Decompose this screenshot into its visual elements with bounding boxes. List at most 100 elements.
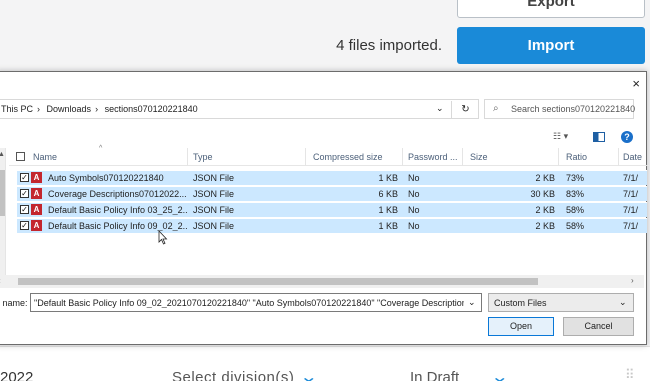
file-password: No	[408, 221, 420, 231]
open-button[interactable]: Open	[488, 317, 554, 336]
import-status-text: 4 files imported.	[336, 37, 442, 54]
file-type: JSON File	[193, 221, 235, 231]
file-ratio: 73%	[566, 173, 585, 183]
column-header-ratio[interactable]: Ratio	[566, 152, 587, 162]
drag-handle-icon[interactable]: ⠿	[625, 367, 634, 381]
breadcrumb-folder[interactable]: sections070120221840	[105, 104, 198, 114]
chevron-down-icon[interactable]: ⌄	[490, 367, 509, 381]
file-list: ▲ ^ Name Type Compressed size Password .…	[0, 145, 649, 278]
help-icon[interactable]: ?	[621, 131, 633, 143]
acrobat-file-icon: A	[31, 188, 42, 199]
column-header-row: ^ Name Type Compressed size Password ...…	[9, 145, 649, 166]
row-checkbox[interactable]: ✓	[20, 189, 29, 198]
scrollbar-thumb[interactable]	[18, 278, 538, 285]
chevron-down-icon: ⌄	[619, 297, 627, 307]
acrobat-file-icon: A	[31, 172, 42, 183]
acrobat-file-icon: A	[31, 220, 42, 231]
search-input[interactable]: ⌕ Search sections070120221840	[484, 99, 636, 119]
file-password: No	[408, 173, 420, 183]
file-compressed-size: 6 KB	[378, 189, 398, 199]
column-divider[interactable]	[462, 148, 463, 166]
breadcrumb: This PC › Downloads › sections070120221840	[1, 104, 202, 114]
scroll-up-icon[interactable]: ▲	[0, 151, 5, 158]
breadcrumb-downloads[interactable]: Downloads	[47, 104, 92, 114]
scroll-left-icon[interactable]: ‹	[0, 276, 1, 285]
file-size: 2 KB	[535, 221, 555, 231]
column-header-size[interactable]: Size	[470, 152, 488, 162]
year-cell: 2022	[0, 369, 34, 381]
file-name: Coverage Descriptions07012022...	[48, 189, 187, 199]
scroll-right-icon[interactable]: ›	[631, 276, 634, 285]
sort-ascending-icon: ^	[99, 145, 103, 152]
column-header-date[interactable]: Date	[623, 152, 642, 162]
app-page: Export 4 files imported. Import 2022 Sel…	[0, 0, 650, 381]
search-placeholder: Search sections070120221840	[511, 104, 636, 114]
file-size: 2 KB	[535, 173, 555, 183]
file-date: 7/1/	[623, 173, 639, 183]
file-name: Auto Symbols070120221840	[48, 173, 164, 183]
horizontal-scrollbar[interactable]: ‹ ›	[0, 275, 644, 288]
column-divider[interactable]	[618, 148, 619, 166]
nav-pane-scrollbar[interactable]: ▲	[0, 148, 6, 278]
select-all-checkbox[interactable]	[16, 152, 25, 161]
file-row[interactable]: ✓ A Auto Symbols070120221840 JSON File 1…	[17, 170, 647, 185]
column-header-type[interactable]: Type	[193, 152, 213, 162]
change-view-icon[interactable]: ☷ ▾	[553, 131, 568, 142]
view-toolbar: ☷ ▾ ?	[553, 131, 637, 145]
file-compressed-size: 1 KB	[378, 205, 398, 215]
open-file-dialog: × This PC › Downloads › sections0701202218…	[0, 71, 649, 345]
file-date: 7/1/	[623, 221, 639, 231]
chevron-down-icon[interactable]: ⌄	[299, 367, 318, 381]
chevron-down-icon[interactable]: ⌄	[436, 103, 444, 114]
file-compressed-size: 1 KB	[378, 173, 398, 183]
chevron-down-icon[interactable]: ⌄	[468, 297, 476, 308]
column-divider[interactable]	[402, 148, 403, 166]
row-checkbox[interactable]: ✓	[20, 205, 29, 214]
file-password: No	[408, 205, 420, 215]
search-icon: ⌕	[493, 103, 499, 114]
export-button[interactable]: Export	[457, 0, 645, 18]
file-type: JSON File	[193, 189, 235, 199]
file-row[interactable]: ✓ A Coverage Descriptions07012022... JSO…	[17, 186, 647, 201]
file-size: 30 KB	[530, 189, 555, 199]
filter-value: Custom Files	[494, 298, 547, 308]
file-row[interactable]: ✓ A Default Basic Policy Info 09_02_2...…	[17, 218, 647, 233]
file-row[interactable]: ✓ A Default Basic Policy Info 03_25_2...…	[17, 202, 647, 217]
file-compressed-size: 1 KB	[378, 221, 398, 231]
row-checkbox[interactable]: ✓	[20, 221, 29, 230]
column-header-compressed-size[interactable]: Compressed size	[313, 152, 383, 162]
file-date: 7/1/	[623, 189, 639, 199]
file-size: 2 KB	[535, 205, 555, 215]
file-name-label: e name:	[0, 298, 28, 308]
file-type: JSON File	[193, 205, 235, 215]
mouse-cursor-icon	[158, 230, 168, 245]
preview-pane-icon[interactable]	[593, 132, 605, 142]
row-checkbox[interactable]: ✓	[20, 173, 29, 182]
column-divider[interactable]	[187, 148, 188, 166]
breadcrumb-separator: ›	[95, 104, 99, 114]
file-name-input[interactable]: "Default Basic Policy Info 09_02_2021070…	[30, 293, 482, 312]
status-select[interactable]: In Draft	[410, 369, 459, 381]
close-icon[interactable]: ×	[632, 76, 640, 91]
file-name-value: "Default Basic Policy Info 09_02_2021070…	[34, 298, 464, 308]
file-type-filter[interactable]: Custom Files ⌄	[488, 293, 634, 312]
import-button[interactable]: Import	[457, 27, 645, 64]
cancel-button[interactable]: Cancel	[563, 317, 634, 336]
division-select[interactable]: Select division(s)	[172, 369, 294, 381]
acrobat-file-icon: A	[31, 204, 42, 215]
file-ratio: 58%	[566, 221, 585, 231]
breadcrumb-this-pc[interactable]: This PC	[1, 104, 33, 114]
file-ratio: 83%	[566, 189, 585, 199]
file-ratio: 58%	[566, 205, 585, 215]
column-divider[interactable]	[558, 148, 559, 166]
scrollbar-thumb[interactable]	[0, 170, 5, 216]
file-password: No	[408, 189, 420, 199]
file-name: Default Basic Policy Info 03_25_2...	[48, 205, 188, 215]
column-header-name[interactable]: Name	[33, 152, 57, 162]
column-header-password[interactable]: Password ...	[408, 152, 458, 162]
file-date: 7/1/	[623, 205, 639, 215]
column-divider[interactable]	[305, 148, 306, 166]
refresh-icon[interactable]: ↻	[451, 101, 479, 119]
address-bar[interactable]: This PC › Downloads › sections070120221840…	[0, 99, 479, 119]
breadcrumb-separator: ›	[37, 104, 41, 114]
